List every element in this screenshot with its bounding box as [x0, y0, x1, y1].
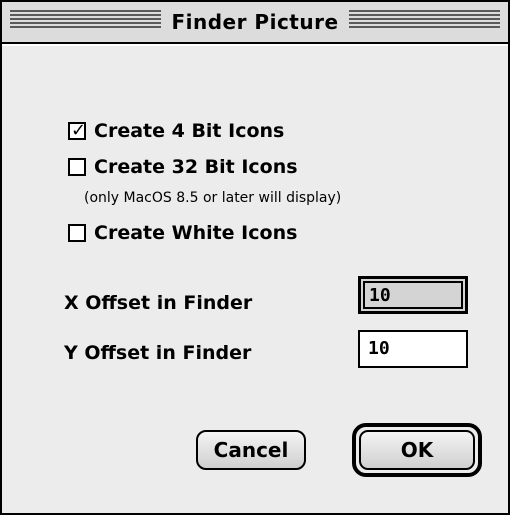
ok-button-default-ring: OK [352, 423, 482, 477]
window-title: Finder Picture [161, 10, 349, 34]
create-32-bit-icons-checkbox[interactable]: Create 32 Bit Icons [68, 156, 298, 178]
ok-button[interactable]: OK [359, 430, 475, 470]
create-4-bit-icons-label: Create 4 Bit Icons [94, 120, 285, 142]
create-32-bit-icons-label: Create 32 Bit Icons [94, 156, 298, 178]
checkbox-unchecked-icon[interactable] [68, 158, 86, 176]
x-offset-label: X Offset in Finder [64, 292, 253, 314]
create-white-icons-label: Create White Icons [94, 222, 298, 244]
create-4-bit-icons-checkbox[interactable]: Create 4 Bit Icons [68, 120, 284, 142]
y-offset-field[interactable]: 10 [358, 330, 468, 368]
finder-picture-dialog: Finder Picture Create 4 Bit Icons Create… [0, 0, 510, 515]
x-offset-field[interactable]: 10 [358, 276, 468, 314]
checkbox-unchecked-icon[interactable] [68, 224, 86, 242]
title-bar-stripes-left [10, 10, 162, 30]
cancel-button[interactable]: Cancel [196, 430, 306, 470]
create-white-icons-checkbox[interactable]: Create White Icons [68, 222, 297, 244]
checkbox-checked-icon[interactable] [68, 120, 86, 141]
title-bar-stripes-right [348, 10, 500, 30]
macos-version-note: (only MacOS 8.5 or later will display) [84, 190, 342, 206]
title-bar[interactable]: Finder Picture [2, 2, 508, 44]
y-offset-label: Y Offset in Finder [64, 342, 252, 364]
dialog-content: Create 4 Bit Icons Create 32 Bit Icons (… [2, 44, 508, 513]
